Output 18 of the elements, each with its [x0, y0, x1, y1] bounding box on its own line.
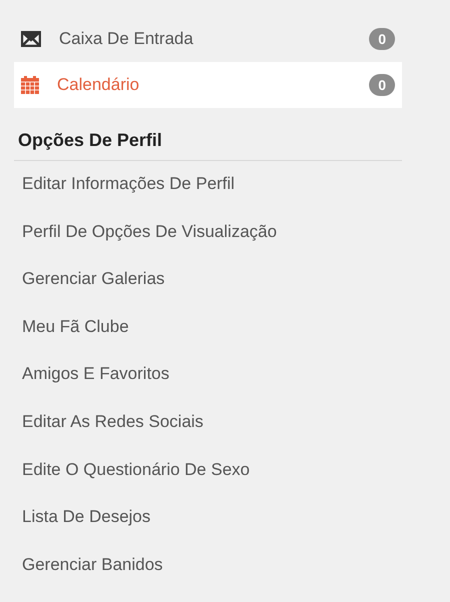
profile-option-link[interactable]: Edite O Questionário De Sexo: [14, 458, 402, 506]
profile-option-link[interactable]: Gerenciar Banidos: [14, 552, 402, 600]
calendar-icon: [21, 76, 39, 94]
envelope-icon: [21, 31, 41, 47]
nav-item[interactable]: Caixa De Entrada 0: [14, 16, 402, 62]
profile-option-link[interactable]: Amigos E Favoritos: [14, 362, 402, 410]
count-badge: 0: [369, 74, 395, 96]
count-badge: 0: [369, 28, 395, 50]
profile-option-link[interactable]: Editar Informações De Perfil: [14, 172, 402, 220]
profile-option-link[interactable]: Gerenciar Galerias: [14, 267, 402, 315]
profile-option-link[interactable]: Editar As Redes Sociais: [14, 410, 402, 458]
profile-option-link[interactable]: Perfil De Opções De Visualização: [14, 220, 402, 268]
nav-label: Caixa De Entrada: [59, 29, 194, 49]
section-heading: Opções De Perfil: [17, 130, 164, 151]
nav-label: Calendário: [57, 75, 140, 95]
profile-option-link[interactable]: Lista De Desejos: [14, 505, 402, 553]
profile-option-link[interactable]: Meu Fã Clube: [14, 314, 402, 362]
nav-item[interactable]: Calendário 0: [14, 62, 402, 108]
